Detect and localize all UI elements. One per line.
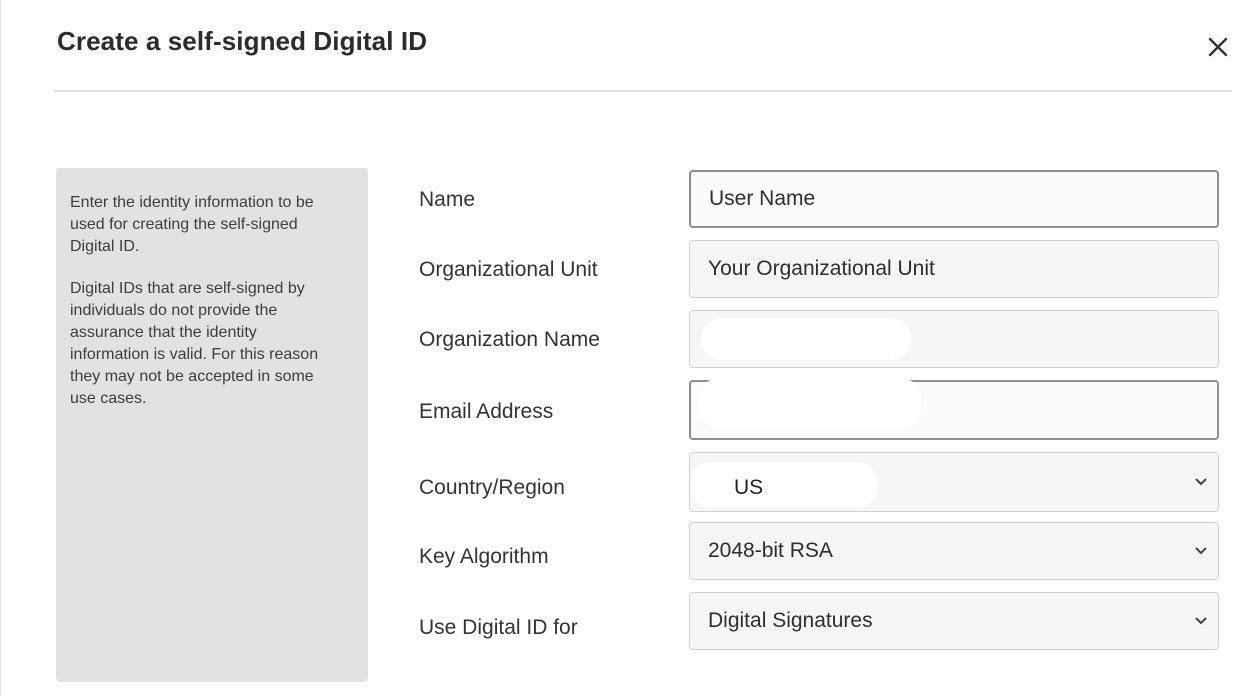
redaction-mark — [699, 378, 921, 428]
name-field[interactable]: User Name — [689, 170, 1219, 228]
country-label: Country/Region — [419, 476, 565, 499]
dialog-title: Create a self-signed Digital ID — [57, 26, 428, 56]
use-for-value: Digital Signatures — [708, 609, 873, 632]
redaction-mark — [701, 318, 911, 360]
use-for-label: Use Digital ID for — [419, 616, 578, 639]
org-unit-label: Organizational Unit — [419, 258, 598, 281]
email-label: Email Address — [419, 400, 554, 423]
header-divider — [54, 90, 1232, 92]
name-value: User Name — [709, 187, 816, 210]
chevron-down-icon — [1195, 617, 1207, 625]
info-paragraph-1: Enter the identity information to be use… — [70, 194, 314, 255]
close-icon — [1208, 37, 1228, 57]
name-label: Name — [419, 188, 476, 211]
chevron-down-icon — [1195, 547, 1207, 555]
key-algorithm-label: Key Algorithm — [419, 545, 549, 568]
close-button[interactable] — [1201, 30, 1235, 64]
org-unit-value: Your Organizational Unit — [708, 257, 935, 280]
country-value: US — [734, 476, 764, 499]
redaction-mark — [691, 462, 877, 508]
org-unit-field[interactable]: Your Organizational Unit — [689, 240, 1219, 298]
chevron-down-icon — [1195, 478, 1207, 486]
key-algorithm-select[interactable]: 2048-bit RSA — [689, 522, 1219, 580]
org-name-label: Organization Name — [419, 328, 600, 351]
key-algorithm-value: 2048-bit RSA — [708, 539, 833, 562]
use-for-select[interactable]: Digital Signatures — [689, 592, 1219, 650]
info-panel: Enter the identity information to be use… — [56, 168, 368, 682]
info-paragraph-2: Digital IDs that are self-signed by indi… — [70, 280, 319, 407]
create-digital-id-dialog: Create a self-signed Digital ID Enter th… — [0, 0, 1254, 696]
